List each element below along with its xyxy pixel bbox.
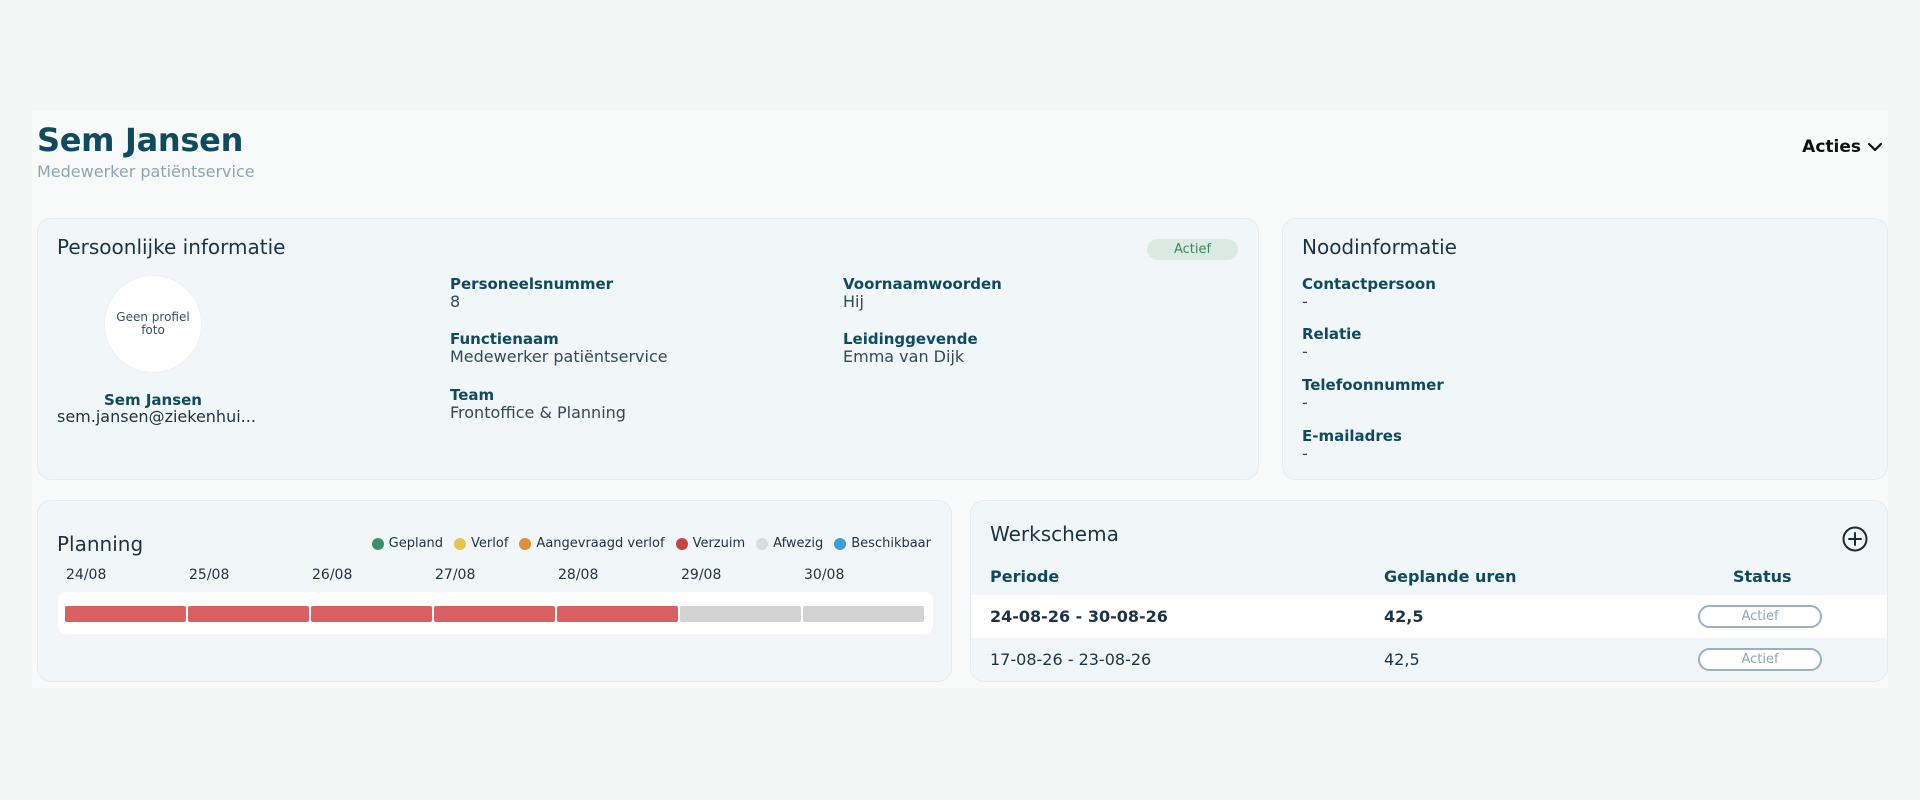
field-label: Telefoonnummer	[1302, 376, 1444, 394]
legend-label: Aangevraagd verlof	[536, 536, 665, 551]
day-label: 24/08	[66, 567, 107, 583]
field-label: Team	[450, 386, 495, 404]
day-bar-29-08[interactable]	[680, 606, 801, 622]
planning-card: Planning Gepland Verlof Aangevraagd verl…	[37, 500, 952, 682]
legend-dot-icon	[834, 537, 847, 550]
legend-item-aangevraagd-verlof: Aangevraagd verlof	[519, 536, 665, 551]
field-voornaamwoorden: Voornaamwoorden Hij	[843, 275, 1002, 310]
day-label: 27/08	[435, 567, 476, 583]
field-team: Team Frontoffice & Planning	[450, 386, 626, 421]
field-value: Hij	[843, 292, 864, 311]
personal-info-card: Persoonlijke informatie Actief Geen prof…	[37, 218, 1259, 480]
legend-item-gepland: Gepland	[371, 536, 444, 551]
personal-info-title: Persoonlijke informatie	[57, 235, 286, 259]
avatar-placeholder-text: Geen profiel foto	[116, 310, 190, 337]
cell-period: 17-08-26 - 23-08-26	[990, 650, 1152, 669]
cell-hours: 42,5	[1384, 607, 1424, 626]
field-value: Frontoffice & Planning	[450, 403, 626, 422]
column-header-geplande-uren[interactable]: Geplande uren	[1384, 567, 1517, 586]
work-schedule-title: Werkschema	[990, 522, 1119, 546]
actions-dropdown-button[interactable]: Acties	[1802, 137, 1883, 157]
day-bar-28-08[interactable]	[557, 606, 678, 622]
employee-page: Sem Jansen Medewerker patiëntservice Act…	[32, 111, 1888, 688]
page-subtitle: Medewerker patiëntservice	[37, 162, 255, 181]
field-personeelsnummer: Personeelsnummer 8	[450, 275, 613, 310]
legend-item-afwezig: Afwezig	[756, 536, 823, 551]
emergency-info-card: Noodinformatie Contactpersoon - Relatie …	[1282, 218, 1888, 480]
field-value: -	[1302, 444, 1308, 463]
field-label: Leidinggevende	[843, 330, 978, 348]
cell-hours: 42,5	[1384, 650, 1420, 669]
work-schedule-card: Werkschema Periode Geplande uren Status …	[970, 500, 1888, 682]
field-relatie: Relatie -	[1302, 325, 1361, 360]
status-badge: Actief	[1698, 605, 1822, 628]
legend-dot-icon	[454, 537, 467, 550]
column-header-status[interactable]: Status	[1733, 567, 1792, 586]
field-emailadres: E-mailadres -	[1302, 427, 1402, 462]
day-bar-25-08[interactable]	[188, 606, 309, 622]
day-label: 26/08	[312, 567, 353, 583]
table-row[interactable]: 17-08-26 - 23-08-26 42,5 Actief	[971, 638, 1887, 681]
legend-label: Gepland	[388, 536, 444, 551]
field-telefoonnummer: Telefoonnummer -	[1302, 376, 1444, 411]
add-circle-icon[interactable]	[1841, 525, 1869, 553]
day-bar-30-08[interactable]	[803, 606, 924, 622]
legend-label: Beschikbaar	[851, 536, 931, 551]
day-bar-24-08[interactable]	[65, 606, 186, 622]
field-value: Emma van Dijk	[843, 347, 965, 366]
field-label: Functienaam	[450, 330, 559, 348]
page-title: Sem Jansen	[37, 121, 244, 159]
legend-item-verlof: Verlof	[454, 536, 508, 551]
field-leidinggevende: Leidinggevende Emma van Dijk	[843, 330, 978, 365]
day-label: 28/08	[558, 567, 599, 583]
day-label: 29/08	[681, 567, 722, 583]
planning-legend: Gepland Verlof Aangevraagd verlof Verzui…	[371, 536, 931, 551]
avatar: Geen profiel foto	[104, 275, 202, 373]
day-label: 25/08	[189, 567, 230, 583]
field-label: E-mailadres	[1302, 427, 1402, 445]
actions-label: Acties	[1802, 137, 1861, 157]
field-label: Relatie	[1302, 325, 1362, 343]
field-contactpersoon: Contactpersoon -	[1302, 275, 1436, 310]
day-label: 30/08	[804, 567, 845, 583]
legend-label: Afwezig	[773, 536, 824, 551]
status-badge: Actief	[1147, 239, 1238, 260]
legend-item-beschikbaar: Beschikbaar	[834, 536, 931, 551]
day-bar-26-08[interactable]	[311, 606, 432, 622]
field-functienaam: Functienaam Medewerker patiëntservice	[450, 330, 668, 365]
emergency-info-title: Noodinformatie	[1302, 235, 1457, 259]
legend-label: Verlof	[471, 536, 509, 551]
table-row[interactable]: 24-08-26 - 30-08-26 42,5 Actief	[971, 595, 1887, 638]
field-value: Medewerker patiëntservice	[450, 347, 668, 366]
planning-title: Planning	[57, 532, 144, 556]
legend-label: Verzuim	[692, 536, 746, 551]
legend-dot-icon	[371, 537, 384, 550]
legend-dot-icon	[756, 537, 769, 550]
chevron-down-icon	[1867, 142, 1883, 152]
legend-item-verzuim: Verzuim	[675, 536, 746, 551]
field-value: -	[1302, 393, 1308, 412]
status-badge: Actief	[1698, 648, 1822, 671]
field-label: Voornaamwoorden	[843, 275, 1002, 293]
day-bar-27-08[interactable]	[434, 606, 555, 622]
profile-email: sem.jansen@ziekenhui...	[57, 407, 256, 426]
field-label: Contactpersoon	[1302, 275, 1436, 293]
planning-timeline	[58, 592, 933, 634]
field-value: -	[1302, 292, 1308, 311]
cell-period: 24-08-26 - 30-08-26	[990, 607, 1168, 626]
field-label: Personeelsnummer	[450, 275, 614, 293]
legend-dot-icon	[675, 537, 688, 550]
column-header-periode[interactable]: Periode	[990, 567, 1059, 586]
legend-dot-icon	[519, 537, 532, 550]
field-value: 8	[450, 292, 461, 311]
field-value: -	[1302, 342, 1308, 361]
